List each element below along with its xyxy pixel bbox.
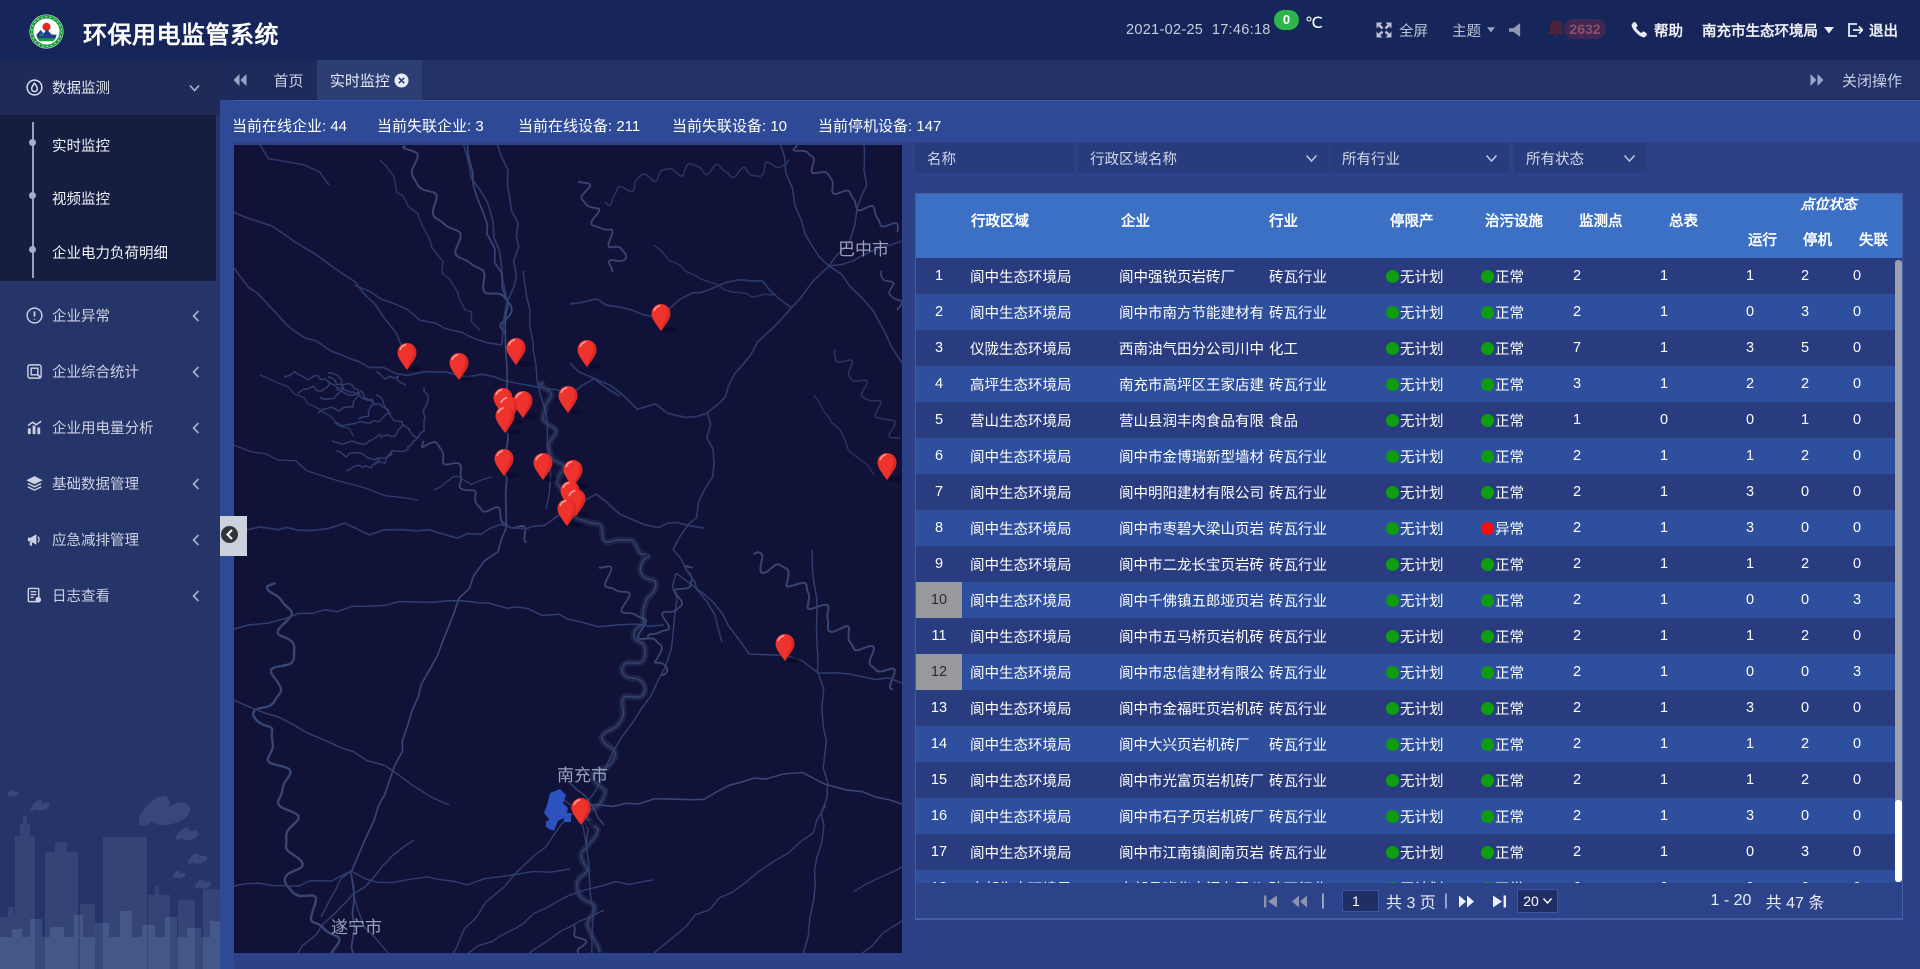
svg-text:遂宁市: 遂宁市 (331, 918, 382, 937)
svg-text:南充市: 南充市 (557, 766, 608, 785)
svg-text:巴中市: 巴中市 (838, 240, 889, 259)
